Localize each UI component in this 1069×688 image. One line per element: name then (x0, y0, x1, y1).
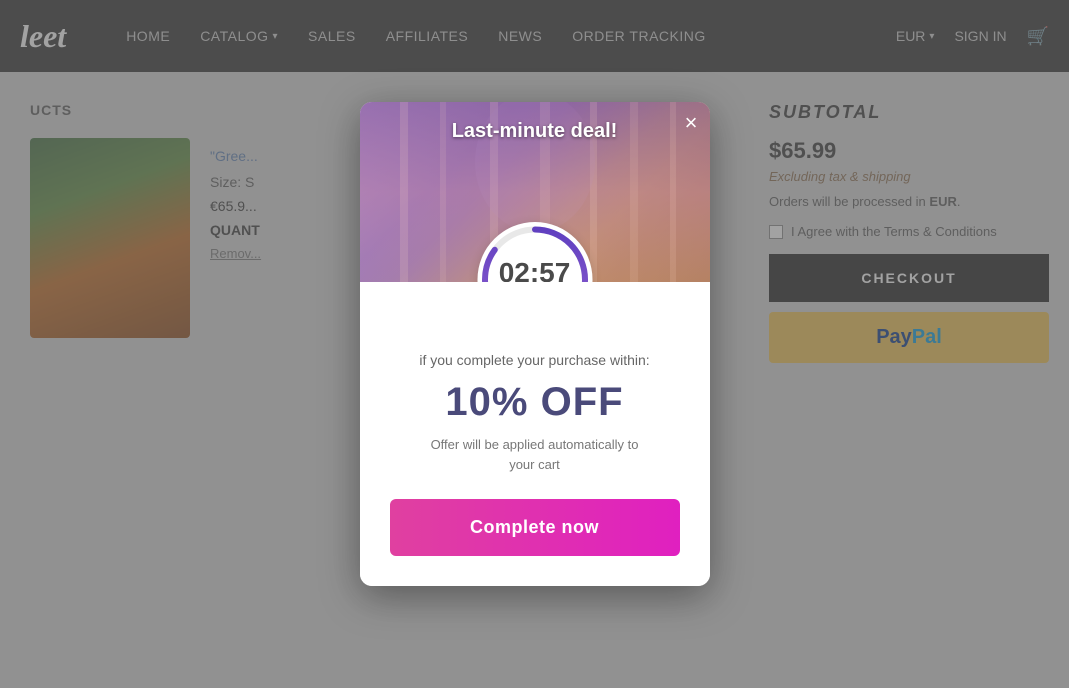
complete-now-button[interactable]: Complete now (390, 499, 680, 556)
modal-overlay: Last-minute deal! × (0, 0, 1069, 688)
timer-circle: 02:57 MINS (477, 222, 592, 282)
modal-header: Last-minute deal! × (360, 102, 710, 282)
deal-discount: 10% OFF (390, 380, 680, 425)
deal-subtitle: if you complete your purchase within: (390, 352, 680, 368)
modal: Last-minute deal! × (360, 102, 710, 586)
timer-container: 02:57 MINS (477, 222, 592, 282)
modal-body: if you complete your purchase within: 10… (360, 282, 710, 586)
timer-time: 02:57 (499, 259, 571, 283)
modal-title: Last-minute deal! (452, 102, 618, 143)
modal-close-button[interactable]: × (685, 112, 698, 134)
deal-auto-note: Offer will be applied automatically to y… (390, 435, 680, 474)
